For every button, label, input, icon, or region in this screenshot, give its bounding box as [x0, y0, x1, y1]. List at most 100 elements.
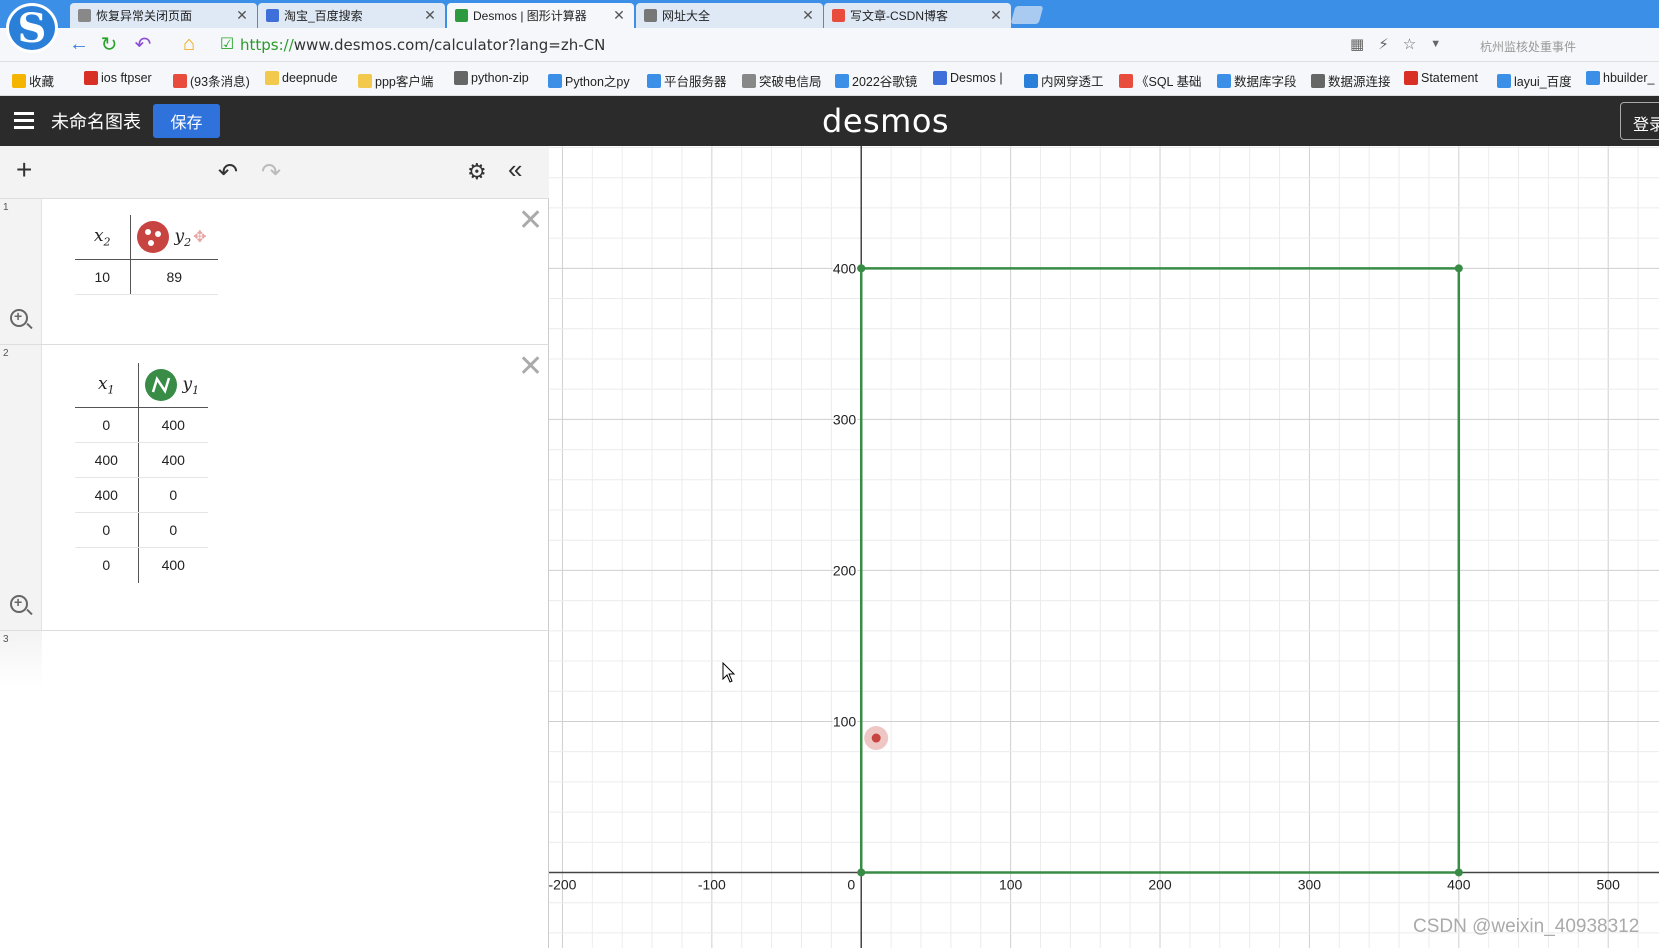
- undo-close-icon[interactable]: ↶: [132, 33, 154, 56]
- points-style-icon[interactable]: [136, 221, 169, 253]
- browser-tab[interactable]: 淘宝_百度搜索 ✕: [258, 3, 445, 28]
- data-point: [1454, 868, 1463, 877]
- table-header-y[interactable]: y2 ✥: [130, 215, 218, 260]
- tab-label: 网址大全: [662, 9, 711, 23]
- browser-tab[interactable]: Desmos | 图形计算器 ✕: [447, 3, 634, 28]
- table-cell[interactable]: 89: [130, 259, 218, 295]
- expression-item-2[interactable]: 2 ✕ x1 y1 0400 400400 4000 00 0400: [0, 345, 549, 631]
- table-header-y[interactable]: y1: [138, 363, 208, 408]
- tab-label: 恢复异常关闭页面: [96, 9, 193, 23]
- bookmark-item[interactable]: python-zip: [454, 71, 529, 85]
- x-tick-label: 100: [999, 876, 1023, 892]
- data-table: x2 y2 ✥ 10 89: [75, 215, 218, 295]
- tab-close-icon[interactable]: ✕: [801, 7, 815, 24]
- add-item-icon[interactable]: +: [16, 154, 32, 186]
- tab-label: 淘宝_百度搜索: [284, 9, 363, 23]
- bookmark-label: 平台服务器: [664, 75, 727, 89]
- bookmark-label: 收藏: [29, 75, 55, 89]
- bookmark-item[interactable]: Desmos |: [933, 71, 1003, 85]
- settings-gear-icon[interactable]: ⚙: [467, 159, 487, 185]
- url-input[interactable]: https://www.desmos.com/calculator?lang=z…: [240, 36, 605, 54]
- expression-number: 2: [3, 348, 9, 359]
- table-cell[interactable]: 0: [138, 512, 208, 548]
- bookmark-item[interactable]: 突破电信局: [742, 71, 822, 90]
- login-button[interactable]: 登录: [1620, 102, 1659, 140]
- tab-close-icon[interactable]: ✕: [989, 7, 1003, 24]
- chevron-down-icon[interactable]: ▼: [1430, 35, 1441, 53]
- graph-canvas[interactable]: -200 -100 0 100 200 300 400 500 100 200 300 400: [549, 146, 1659, 948]
- graph-title[interactable]: 未命名图表: [51, 108, 141, 134]
- expression-item-1[interactable]: 1 ✕ x2 y2✥ 10 89: [0, 199, 549, 345]
- bookmark-item[interactable]: hbuilder_: [1586, 71, 1654, 85]
- bookmark-item[interactable]: ios ftpser: [84, 71, 152, 85]
- y-tick-label: 200: [833, 562, 857, 578]
- browser-tab-bar: 恢复异常关闭页面 ✕ 淘宝_百度搜索 ✕ Desmos | 图形计算器 ✕ 网址大全 ✕ 写文章…: [0, 0, 1659, 28]
- table-cell[interactable]: 400: [138, 407, 208, 443]
- table-cell[interactable]: 10: [75, 259, 131, 295]
- table-cell[interactable]: 400: [138, 442, 208, 478]
- browser-tab[interactable]: 恢复异常关闭页面 ✕: [70, 3, 257, 28]
- drag-move-icon[interactable]: ✥: [193, 227, 206, 246]
- bookmark-item[interactable]: Python之py: [548, 71, 630, 90]
- table-cell[interactable]: 0: [75, 407, 139, 443]
- browser-logo-icon[interactable]: S: [6, 3, 58, 53]
- bookmark-label: hbuilder_: [1603, 71, 1655, 85]
- qr-code-icon[interactable]: ▦: [1350, 35, 1364, 53]
- table-cell[interactable]: 0: [138, 477, 208, 513]
- table-header-x[interactable]: x1: [75, 363, 139, 408]
- table-cell[interactable]: 400: [75, 442, 139, 478]
- search-suggestion[interactable]: 杭州监核处重事件: [1480, 38, 1576, 55]
- redo-icon[interactable]: ↷: [261, 158, 281, 187]
- data-point: [1454, 264, 1463, 273]
- collapse-panel-icon[interactable]: «: [508, 154, 522, 185]
- home-icon[interactable]: ⌂: [178, 33, 200, 55]
- bookmark-item[interactable]: ppp客户端: [358, 71, 433, 90]
- desmos-logo: desmos: [822, 102, 950, 140]
- bookmark-item[interactable]: 数据库字段: [1217, 71, 1297, 90]
- browser-tab[interactable]: 写文章-CSDN博客 ✕: [824, 3, 1011, 28]
- save-button[interactable]: 保存: [153, 104, 220, 138]
- browser-tab[interactable]: 网址大全 ✕: [636, 3, 823, 28]
- zoom-fit-icon[interactable]: [10, 594, 28, 613]
- lines-style-icon[interactable]: [144, 369, 177, 401]
- tab-close-icon[interactable]: ✕: [612, 7, 626, 24]
- x-tick-label: -100: [698, 876, 726, 892]
- delete-expression-icon[interactable]: ✕: [518, 349, 543, 384]
- data-point: [857, 868, 866, 877]
- bookmark-item[interactable]: 收藏: [12, 71, 54, 90]
- bookmark-item[interactable]: Statement: [1404, 71, 1478, 85]
- bookmark-item[interactable]: 2022谷歌镜: [835, 71, 917, 90]
- bookmark-label: ppp客户端: [375, 75, 434, 89]
- menu-icon[interactable]: [14, 112, 34, 129]
- tab-close-icon[interactable]: ✕: [235, 7, 249, 24]
- bookmark-label: ios ftpser: [101, 71, 152, 85]
- table-cell[interactable]: 400: [75, 477, 139, 513]
- bookmark-item[interactable]: 数据源连接: [1311, 71, 1391, 90]
- bookmark-item[interactable]: deepnude: [265, 71, 338, 85]
- bookmark-item[interactable]: 内网穿透工: [1024, 71, 1104, 90]
- bookmark-item[interactable]: 《SQL 基础: [1119, 71, 1202, 90]
- back-icon[interactable]: ←: [68, 33, 90, 55]
- star-icon[interactable]: ☆: [1403, 35, 1416, 53]
- bookmark-item[interactable]: (93条消息): [173, 71, 250, 90]
- expression-item-3[interactable]: 3: [0, 631, 549, 691]
- lightning-icon[interactable]: ⚡: [1378, 35, 1389, 53]
- undo-icon[interactable]: ↶: [218, 158, 238, 187]
- bookmark-item[interactable]: 平台服务器: [647, 71, 727, 90]
- zoom-fit-icon[interactable]: [10, 308, 28, 327]
- bookmark-item[interactable]: layui_百度: [1497, 71, 1572, 90]
- bookmark-icon: [933, 71, 947, 85]
- bookmark-label: deepnude: [282, 71, 338, 85]
- bookmark-icon: [1119, 73, 1133, 88]
- graph-paper[interactable]: -200 -100 0 100 200 300 400 500 100 200 300 400: [549, 146, 1659, 948]
- new-tab-button[interactable]: [1010, 6, 1044, 24]
- table-cell[interactable]: 0: [75, 547, 139, 583]
- refresh-icon[interactable]: ↻: [98, 33, 120, 56]
- delete-expression-icon[interactable]: ✕: [518, 203, 543, 238]
- table-header-x[interactable]: x2: [75, 215, 131, 260]
- table-cell[interactable]: 400: [138, 548, 208, 583]
- expression-number: 3: [3, 634, 9, 645]
- tab-close-icon[interactable]: ✕: [423, 7, 437, 24]
- table-cell[interactable]: 0: [75, 512, 139, 548]
- bookmark-icon: [173, 73, 187, 88]
